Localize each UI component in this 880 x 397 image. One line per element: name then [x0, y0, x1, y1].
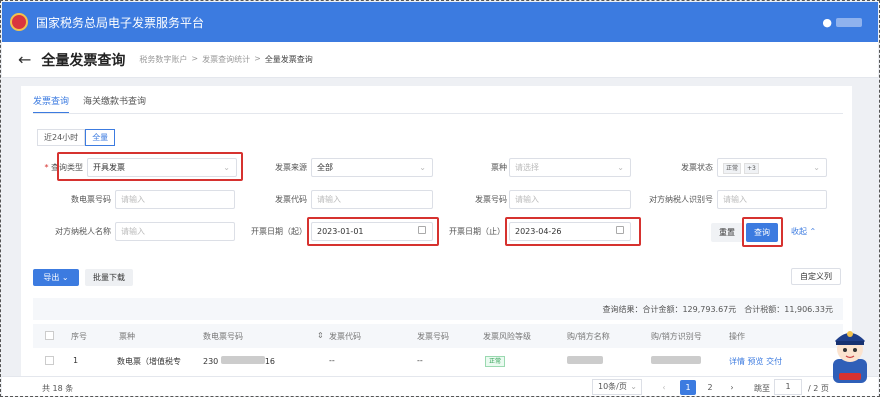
highlight-box [505, 217, 641, 246]
detail-link[interactable]: 详情 [729, 357, 745, 366]
einvoice-no-input[interactable]: 请输入 [115, 190, 235, 209]
kind-select[interactable]: 请选择 ⌄ [509, 158, 631, 177]
page-count: / 2 页 [808, 384, 829, 393]
row-number: 230 16 [203, 356, 276, 366]
highlight-box [307, 217, 439, 246]
tax-name-input[interactable]: 请输入 [115, 222, 235, 241]
highlight-box [57, 152, 243, 181]
source-label: 发票来源 [275, 163, 307, 172]
tab-invoice-query[interactable]: 发票查询 [33, 94, 70, 114]
column-header: 发票号码 [417, 332, 449, 341]
deliver-link[interactable]: 交付 [766, 357, 782, 366]
export-button[interactable]: 导出 ⌄ [33, 269, 79, 286]
table-header: 序号 票种 数电票号码 ⇕ 发票代码 发票号码 发票风险等级 购/销方名称 购/… [33, 324, 843, 348]
einvoice-no-label: 数电票号码 [71, 195, 111, 204]
tab-divider [33, 113, 843, 114]
breadcrumb-item[interactable]: 发票查询统计 [202, 54, 250, 65]
column-header: 购/销方名称 [567, 332, 610, 341]
row-no: -- [417, 356, 423, 365]
select-all-checkbox[interactable] [45, 331, 54, 340]
prev-page-button[interactable]: ‹ [656, 380, 672, 395]
chevron-down-icon: ⌄ [813, 163, 820, 172]
row-checkbox[interactable] [45, 356, 54, 365]
tax-officer-mascot-icon[interactable] [827, 323, 873, 383]
page-size-select[interactable]: 10条/页 ⌄ [592, 379, 642, 395]
time-range-toggle: 近24小时 全量 [37, 129, 116, 146]
page-header: ← 全量发票查询 税务数字账户 > 发票查询统计 > 全量发票查询 [2, 42, 878, 78]
status-more-tag: +3 [744, 163, 759, 174]
jump-page-input[interactable]: 1 [774, 379, 802, 395]
reset-button[interactable]: 重置 [711, 223, 743, 242]
custom-columns-button[interactable]: 自定义列 [791, 268, 841, 285]
status-select[interactable]: 正常 +3 ⌄ [717, 158, 827, 177]
row-risk: 正常 [485, 356, 506, 367]
range-24h-button[interactable]: 近24小时 [37, 129, 86, 146]
app-window: 国家税务总局电子发票服务平台 ● ← 全量发票查询 税务数字账户 > 发票查询统计… [0, 0, 880, 397]
tax-name-label: 对方纳税人名称 [55, 227, 111, 236]
preview-link[interactable]: 预览 [748, 357, 764, 366]
date-end-label: 开票日期（止） [449, 227, 505, 236]
highlight-box [742, 217, 783, 247]
column-header: 发票风险等级 [483, 332, 531, 341]
tax-id-label: 对方纳税人识别号 [649, 195, 713, 204]
column-header: 购/销方识别号 [651, 332, 702, 341]
jump-label: 跳至 [754, 384, 770, 393]
column-header: 发票代码 [329, 332, 361, 341]
status-label: 发票状态 [681, 163, 713, 172]
user-name-blurred [836, 18, 862, 27]
row-index: 1 [73, 356, 79, 365]
summary-totals: 查询结果：合计金额：129,793.67元 合计税额：11,906.33元 [602, 305, 833, 314]
tab-bar: 发票查询 海关缴款书查询 [33, 94, 146, 114]
column-header: 数电票号码 [203, 332, 243, 341]
next-page-button[interactable]: › [724, 380, 740, 395]
date-start-label: 开票日期（起） [251, 227, 307, 236]
invoice-no-label: 发票号码 [475, 195, 507, 204]
query-panel: 发票查询 海关缴款书查询 近24小时 全量 * 查询类型 开具发票 ⌄ 发票来源 … [21, 86, 852, 396]
row-kind: 数电票（增值税专 [117, 357, 181, 366]
breadcrumb: 税务数字账户 > 发票查询统计 > 全量发票查询 [139, 54, 313, 65]
tab-customs-query[interactable]: 海关缴款书查询 [83, 94, 146, 114]
page-button-current[interactable]: 1 [680, 380, 696, 395]
top-bar: 国家税务总局电子发票服务平台 ● [2, 2, 878, 42]
row-code: -- [329, 356, 335, 365]
row-actions: 详情 预览 交付 [729, 356, 782, 367]
invoice-no-input[interactable]: 请输入 [509, 190, 631, 209]
pagination-bar: 共 18 条 10条/页 ⌄ ‹ 1 2 › 跳至 1 / 2 页 [2, 376, 878, 396]
page-button[interactable]: 2 [702, 380, 718, 395]
back-arrow-icon[interactable]: ← [18, 50, 31, 69]
summary-bar: 查询结果：合计金额：129,793.67元 合计税额：11,906.33元 [33, 298, 843, 320]
page-title: 全量发票查询 [41, 52, 126, 69]
person-icon: ● [822, 16, 832, 29]
column-header: 操作 [729, 332, 745, 341]
tax-emblem-icon [10, 13, 28, 31]
column-header: 序号 [71, 332, 87, 341]
user-menu[interactable]: ● [822, 16, 862, 29]
breadcrumb-current: 全量发票查询 [264, 55, 313, 64]
breadcrumb-item[interactable]: 税务数字账户 [139, 54, 187, 65]
batch-download-button[interactable]: 批量下载 [85, 269, 133, 286]
chevron-down-icon: ⌄ [617, 163, 624, 172]
risk-badge: 正常 [485, 356, 506, 367]
app-title: 国家税务总局电子发票服务平台 [36, 15, 205, 30]
invoice-code-input[interactable]: 请输入 [311, 190, 433, 209]
status-tag: 正常 [723, 163, 742, 174]
invoice-code-label: 发票代码 [275, 195, 307, 204]
chevron-down-icon: ⌄ [419, 163, 426, 172]
row-party-id [651, 356, 701, 366]
tax-id-input[interactable]: 请输入 [717, 190, 827, 209]
source-select[interactable]: 全部 ⌄ [311, 158, 433, 177]
row-party-name [567, 356, 603, 366]
sort-icon[interactable]: ⇕ [317, 331, 324, 340]
table-row[interactable]: 1 数电票（增值税专 230 16 -- -- 正常 详情 预览 交付 [33, 352, 843, 372]
kind-label: 票种 [491, 163, 507, 172]
collapse-link[interactable]: 收起 ⌃ [791, 226, 816, 237]
column-header: 票种 [119, 332, 135, 341]
chevron-down-icon: ⌄ [630, 382, 637, 391]
total-count: 共 18 条 [42, 384, 74, 393]
range-all-button[interactable]: 全量 [85, 129, 116, 146]
